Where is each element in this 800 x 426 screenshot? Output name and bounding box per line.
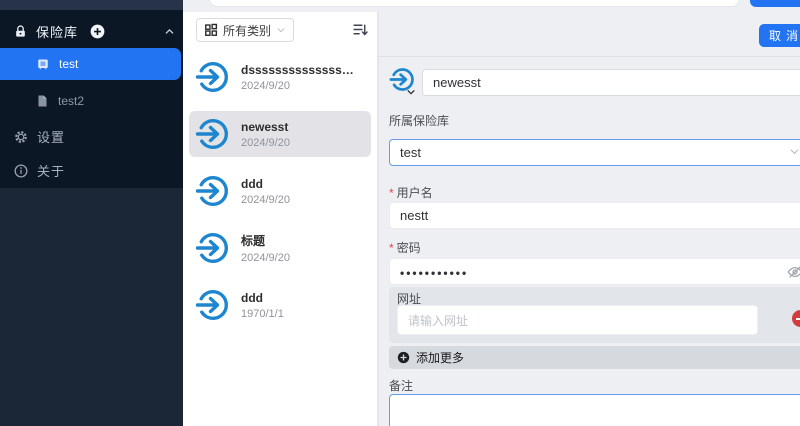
sidebar: 保险库 test test2 设置 关于 [0, 0, 183, 426]
entry-title: ddd [241, 290, 263, 305]
password-field-label: * 密码 [389, 240, 421, 256]
category-filter-label: 所有类别 [223, 23, 272, 38]
entry-date: 2024/9/20 [241, 79, 290, 92]
sidebar-item-label: test2 [58, 94, 85, 108]
plus-circle-icon [397, 351, 410, 364]
entry-date: 2024/9/20 [241, 252, 290, 264]
chevron-down-icon [276, 25, 286, 35]
url-field-group [389, 287, 800, 343]
entry-title: dssssssssssssssssssssssssssssss [241, 62, 357, 77]
login-entry-icon [195, 116, 231, 152]
entry-date: 2024/9/20 [241, 193, 290, 206]
top-bar [183, 0, 800, 12]
username-input[interactable] [389, 202, 800, 229]
add-more-label: 添加更多 [416, 351, 465, 365]
collapse-vaults-button[interactable] [164, 26, 175, 37]
safe-icon [37, 58, 49, 70]
app-window: 保险库 test test2 设置 关于 所有类别 dsssssssssssss… [0, 0, 800, 426]
password-masked-value: ••••••••••• [400, 265, 469, 280]
sidebar-menu: 保险库 test test2 设置 关于 [0, 10, 183, 188]
required-mark: * [389, 240, 394, 255]
sidebar-item-label: 设置 [37, 130, 66, 145]
required-mark: * [389, 185, 394, 200]
password-input[interactable]: ••••••••••• [389, 258, 800, 285]
sidebar-item-vault-test[interactable]: test [0, 48, 181, 80]
vault-group-label: 保险库 [36, 24, 79, 40]
entry-title: newesst [241, 119, 289, 134]
entry-type-icon[interactable] [389, 66, 419, 98]
entry-date: 2024/9/20 [241, 136, 290, 149]
chevron-down-icon [406, 87, 416, 97]
category-filter-dropdown[interactable]: 所有类别 [196, 18, 295, 42]
list-item-selected[interactable]: newesst 2024/9/20 [189, 111, 371, 157]
edit-panel-header: 取消 [379, 12, 800, 57]
sidebar-item-label: test [59, 57, 79, 71]
toggle-password-visibility-icon[interactable] [787, 264, 800, 280]
vault-select[interactable]: test [389, 139, 800, 166]
notes-textarea[interactable] [389, 394, 800, 426]
search-button[interactable] [750, 0, 800, 7]
lock-icon [14, 25, 27, 38]
list-item[interactable]: ddd 1970/1/1 [189, 282, 371, 328]
login-entry-icon [195, 287, 231, 323]
entry-title: ddd [241, 176, 263, 191]
entry-date: 1970/1/1 [241, 307, 284, 320]
entry-list: dssssssssssssssssssssssssssssss 2024/9/2… [189, 54, 371, 339]
file-icon [37, 95, 48, 107]
sort-order-button[interactable] [352, 21, 369, 38]
url-field-label: 网址 [397, 292, 422, 306]
vault-group-header: 保险库 [14, 20, 175, 42]
add-vault-button[interactable] [90, 24, 105, 39]
category-grid-icon [204, 23, 218, 37]
sidebar-item-label: 关于 [37, 164, 66, 179]
add-more-button[interactable]: 添加更多 [389, 346, 800, 369]
list-item[interactable]: 标题 2024/9/20 [189, 225, 371, 271]
login-entry-icon [195, 173, 231, 209]
info-icon [14, 164, 28, 178]
list-item[interactable]: dssssssssssssssssssssssssssssss 2024/9/2… [189, 54, 371, 100]
vault-select-value: test [400, 145, 421, 160]
login-entry-icon [195, 59, 231, 95]
chevron-down-icon [789, 146, 800, 157]
search-input[interactable] [209, 0, 740, 7]
login-entry-icon [195, 230, 231, 266]
sidebar-item-vault-test2[interactable]: test2 [0, 86, 181, 116]
sidebar-titlebar [0, 0, 183, 10]
username-field-label: * 用户名 [389, 185, 433, 201]
cancel-button[interactable]: 取消 [759, 24, 800, 47]
gear-icon [14, 130, 28, 144]
entry-title: 标题 [241, 234, 266, 248]
url-input[interactable] [397, 305, 758, 335]
entry-title-input[interactable] [422, 69, 800, 96]
entry-edit-panel: 取消 所属保险库 test *用户名 *密码 ••••••••••• 网址 [378, 12, 800, 426]
notes-field-label: 备注 [389, 379, 414, 393]
list-item[interactable]: ddd 2024/9/20 [189, 168, 371, 214]
vault-field-label: 所属保险库 [389, 114, 450, 128]
sidebar-item-settings[interactable]: 设置 [14, 127, 65, 146]
sidebar-item-about[interactable]: 关于 [14, 161, 65, 180]
entry-list-panel: 所有类别 dssssssssssssssssssssssssssssss 202… [183, 12, 378, 426]
